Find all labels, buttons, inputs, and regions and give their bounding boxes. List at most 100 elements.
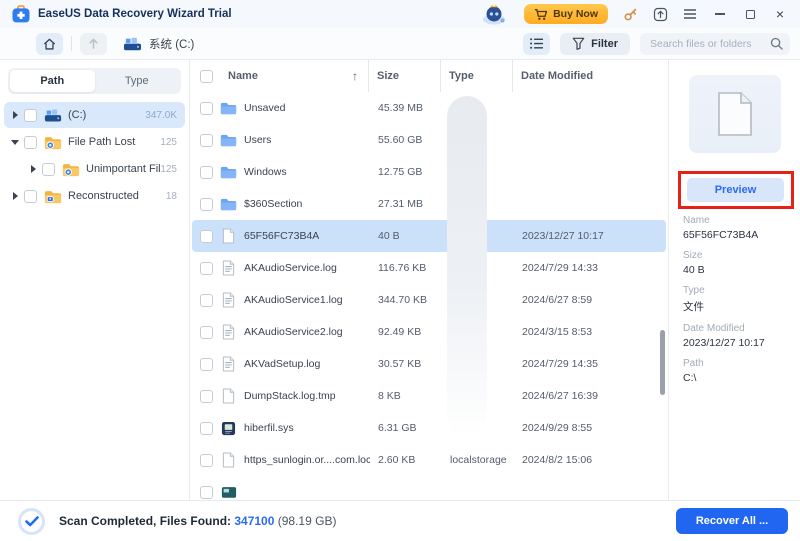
file-size: 92.49 KB xyxy=(370,326,442,338)
file-name: hiberfil.sys xyxy=(244,422,294,434)
table-row[interactable]: Unsaved45.39 MB xyxy=(192,92,666,124)
file-date-modified: 2024/7/29 14:35 xyxy=(514,358,666,370)
cell-name: https_sunlogin.or....com.localstorage xyxy=(192,452,370,469)
table-scrollbar[interactable] xyxy=(660,330,665,395)
table-row[interactable]: AKAudioService2.log92.49 KB2024/3/15 8:5… xyxy=(192,316,666,348)
file-size: 27.31 MB xyxy=(370,198,442,210)
tree-item-file-path-lost[interactable]: File Path Lost125 xyxy=(4,129,185,155)
recover-all-button[interactable]: Recover All ... xyxy=(676,508,788,534)
cell-name: AKVadSetup.log xyxy=(192,356,370,373)
tree-item-label: Reconstructed xyxy=(68,190,166,202)
row-checkbox[interactable] xyxy=(200,422,213,435)
caret-right-icon[interactable] xyxy=(8,111,22,119)
tree-item-unimportant-files[interactable]: Unimportant Files125 xyxy=(4,156,185,182)
column-header-name[interactable]: Name ↑ xyxy=(190,60,368,92)
table-row[interactable] xyxy=(192,476,666,500)
status-bar: Scan Completed, Files Found: 347100 (98.… xyxy=(0,500,800,541)
detail-field-size: Size40 B xyxy=(683,250,792,276)
row-checkbox[interactable] xyxy=(200,390,213,403)
file-date-modified: 2024/6/27 8:59 xyxy=(514,294,666,306)
table-row[interactable]: Users55.60 GB xyxy=(192,124,666,156)
assistant-mascot-icon[interactable] xyxy=(480,3,510,25)
list-view-button[interactable] xyxy=(523,33,550,55)
detail-label: Size xyxy=(683,250,792,261)
cell-name: AKAudioService1.log xyxy=(192,292,370,309)
table-row[interactable]: AKAudioService1.log344.70 KB2024/6/27 8:… xyxy=(192,284,666,316)
table-row[interactable]: 65F56FC73B4A40 B2023/12/27 10:17 xyxy=(192,220,666,252)
row-checkbox[interactable] xyxy=(200,230,213,243)
file-date-modified: 2023/12/27 10:17 xyxy=(514,230,666,242)
file-name: https_sunlogin.or....com.localstorage xyxy=(244,454,370,466)
file-thumbnail xyxy=(689,75,781,153)
menu-icon[interactable] xyxy=(682,6,698,22)
home-button[interactable] xyxy=(36,33,63,55)
tree-checkbox[interactable] xyxy=(24,190,37,203)
cell-name: AKAudioService2.log xyxy=(192,324,370,341)
row-checkbox[interactable] xyxy=(200,326,213,339)
file-size: 2.60 KB xyxy=(370,454,442,466)
license-key-icon[interactable] xyxy=(622,6,638,22)
buy-now-button[interactable]: Buy Now xyxy=(524,4,608,24)
table-row[interactable]: https_sunlogin.or....com.localstorage2.6… xyxy=(192,444,666,476)
folder-icon xyxy=(220,100,237,117)
row-checkbox[interactable] xyxy=(200,262,213,275)
table-row[interactable]: hiberfil.sys6.31 GB2024/9/29 8:55 xyxy=(192,412,666,444)
column-header-size[interactable]: Size xyxy=(368,60,440,92)
close-button[interactable]: × xyxy=(772,6,788,22)
blank-file-icon xyxy=(717,91,753,137)
cell-name: hiberfil.sys xyxy=(192,420,370,437)
tab-path[interactable]: Path xyxy=(10,70,95,92)
funnel-icon xyxy=(572,37,585,50)
caret-down-icon[interactable] xyxy=(8,140,22,145)
main-content: Path Type (C:)347.0KFile Path Lost125Uni… xyxy=(0,60,800,500)
export-icon[interactable] xyxy=(652,6,668,22)
table-row[interactable]: AKAudioService.log116.76 KB2024/7/29 14:… xyxy=(192,252,666,284)
row-checkbox[interactable] xyxy=(200,454,213,467)
maximize-button[interactable] xyxy=(742,6,758,22)
tab-type[interactable]: Type xyxy=(95,70,180,92)
table-row[interactable]: AKVadSetup.log30.57 KB2024/7/29 14:35 xyxy=(192,348,666,380)
tree-item--c-[interactable]: (C:)347.0K xyxy=(4,102,185,128)
log-icon xyxy=(220,356,237,373)
row-checkbox[interactable] xyxy=(200,102,213,115)
title-bar: EaseUS Data Recovery Wizard Trial Buy No… xyxy=(0,0,800,28)
log-icon xyxy=(220,324,237,341)
caret-right-icon[interactable] xyxy=(8,192,22,200)
file-size: 40 B xyxy=(370,230,442,242)
sort-ascending-icon[interactable]: ↑ xyxy=(352,69,358,83)
filter-button[interactable]: Filter xyxy=(560,33,630,55)
table-row[interactable]: Windows12.75 GB xyxy=(192,156,666,188)
column-header-type[interactable]: Type xyxy=(440,60,512,92)
caret-right-icon[interactable] xyxy=(26,165,40,173)
detail-label: Date Modified xyxy=(683,323,792,334)
tree-item-reconstructed[interactable]: Reconstructed18 xyxy=(4,183,185,209)
column-header-date-modified[interactable]: Date Modified xyxy=(512,60,668,92)
row-checkbox[interactable] xyxy=(200,486,213,499)
search-box xyxy=(640,33,790,55)
search-input[interactable] xyxy=(640,33,790,55)
table-header: Name ↑ Size Type Date Modified xyxy=(190,60,668,92)
cart-icon xyxy=(534,8,548,21)
minimize-button[interactable] xyxy=(712,6,728,22)
up-button[interactable] xyxy=(80,33,107,55)
row-checkbox[interactable] xyxy=(200,198,213,211)
breadcrumb[interactable]: 系统 (C:) xyxy=(123,36,194,52)
search-icon[interactable] xyxy=(770,37,783,50)
table-row[interactable]: DumpStack.log.tmp8 KB2024/6/27 16:39 xyxy=(192,380,666,412)
tree-checkbox[interactable] xyxy=(42,163,55,176)
file-name: AKAudioService2.log xyxy=(244,326,343,338)
file-name: AKVadSetup.log xyxy=(244,358,320,370)
row-checkbox[interactable] xyxy=(200,358,213,371)
cell-name: $360Section xyxy=(192,196,370,213)
folder-lock-icon xyxy=(44,189,62,204)
file-name: Users xyxy=(244,134,271,146)
tree-checkbox[interactable] xyxy=(24,136,37,149)
row-checkbox[interactable] xyxy=(200,134,213,147)
table-row[interactable]: $360Section27.31 MB xyxy=(192,188,666,220)
scan-complete-check-icon xyxy=(18,508,45,535)
file-table: Name ↑ Size Type Date Modified Unsaved45… xyxy=(190,60,668,500)
select-all-checkbox[interactable] xyxy=(200,70,213,83)
row-checkbox[interactable] xyxy=(200,166,213,179)
row-checkbox[interactable] xyxy=(200,294,213,307)
tree-checkbox[interactable] xyxy=(24,109,37,122)
